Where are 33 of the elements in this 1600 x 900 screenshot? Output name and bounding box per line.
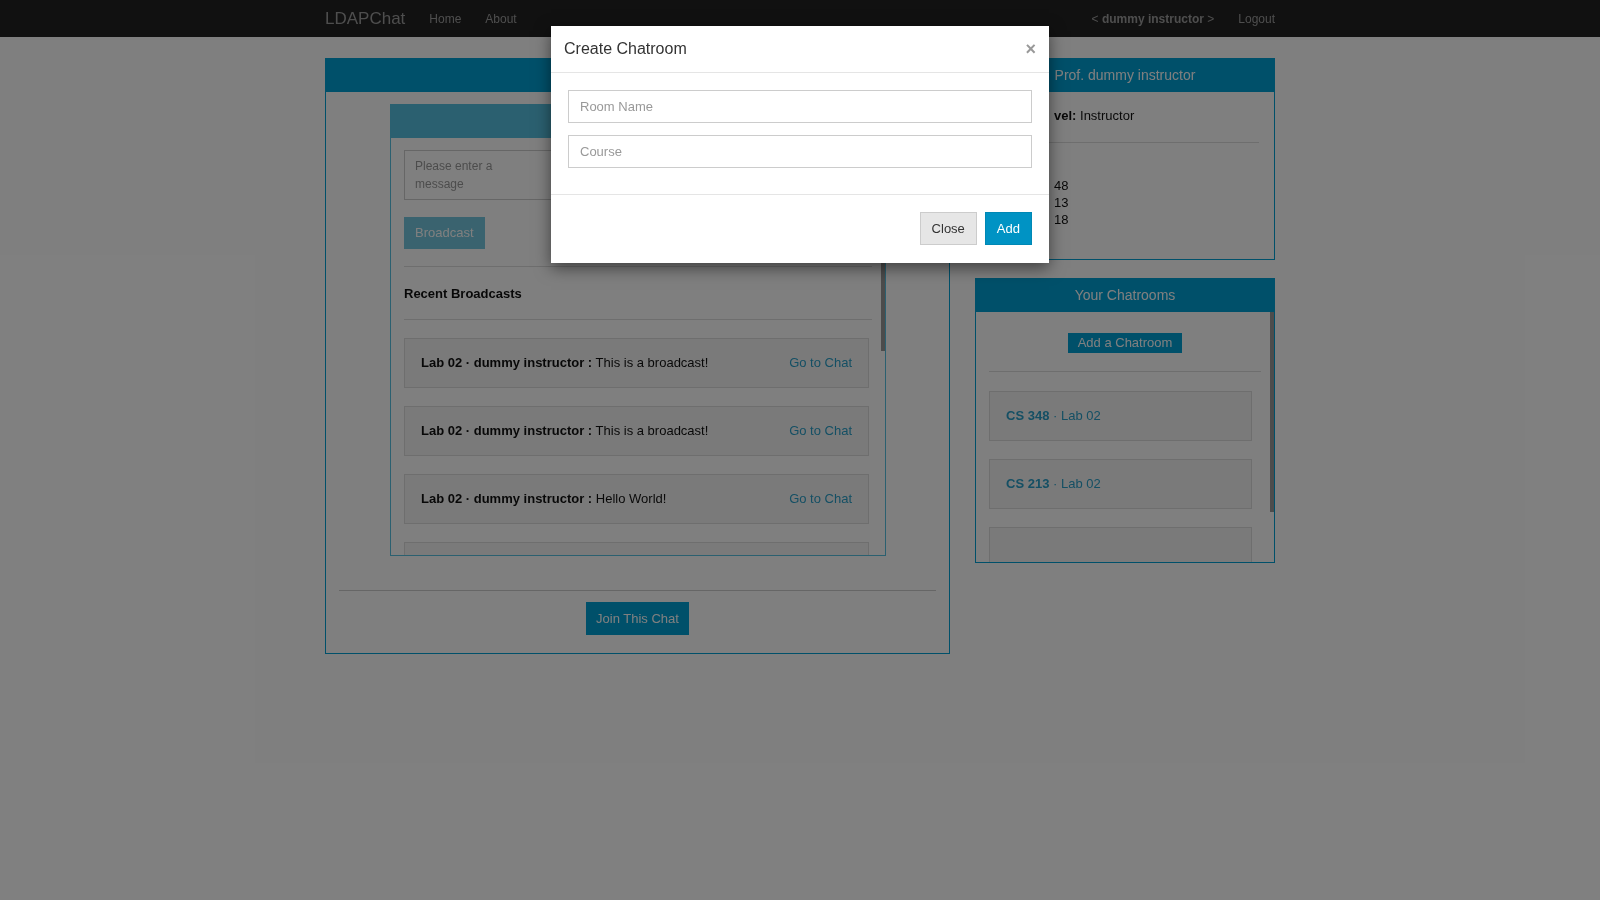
- recent-broadcasts-title: Recent Broadcasts: [404, 285, 523, 303]
- dialog-button[interactable]: Close: [919, 212, 977, 245]
- dialog-title: Create Chatroom: [564, 39, 687, 59]
- add-chatroom-button[interactable]: Add a Chatroom: [1067, 333, 1183, 353]
- scrollbar-thumb[interactable]: [1270, 312, 1274, 512]
- chatroom-card[interactable]: [989, 526, 1252, 562]
- text-field[interactable]: Room Name: [568, 90, 1032, 123]
- chatroom-card[interactable]: CS 213 · Lab 02: [989, 458, 1252, 509]
- course-number: 13: [1054, 194, 1070, 211]
- go-to-chat-link[interactable]: Go to Chat: [789, 352, 852, 373]
- user-name: < dummy instructor >: [1091, 10, 1215, 28]
- broadcast-button[interactable]: Broadcast: [404, 217, 485, 249]
- logout-link[interactable]: Logout: [1238, 9, 1275, 28]
- course-number: 18: [1054, 211, 1070, 228]
- broadcast-message: Lab 02 · dummy instructor : Hello World!: [421, 489, 668, 508]
- chatroom-link[interactable]: CS 348 · Lab 02: [1006, 405, 1101, 426]
- nav-link[interactable]: About: [485, 9, 517, 28]
- broadcast-message: Lab 02 · dummy instructor : This is a broadcast!: [421, 353, 710, 372]
- go-to-chat-link[interactable]: Go to Chat: [789, 420, 852, 441]
- scrollbar-thumb[interactable]: [881, 263, 885, 351]
- join-chat-button[interactable]: Join This Chat: [586, 602, 689, 635]
- go-to-chat-link[interactable]: Go to Chat: [789, 488, 852, 509]
- chatrooms-header: Your Chatrooms: [976, 279, 1274, 312]
- level-text: vel: Instructor: [1054, 108, 1135, 123]
- text-field[interactable]: Course: [568, 135, 1032, 168]
- brand-link[interactable]: LDAPChat: [325, 5, 406, 32]
- dialog-button[interactable]: Add: [984, 212, 1032, 245]
- close-button[interactable]: ×: [1025, 40, 1036, 58]
- nav-link[interactable]: Home: [429, 9, 462, 28]
- broadcast-message: Lab 02 · dummy instructor : This is a broadcast!: [421, 421, 710, 440]
- chatroom-link[interactable]: CS 213 · Lab 02: [1006, 473, 1101, 494]
- chatroom-card[interactable]: CS 348 · Lab 02: [989, 390, 1252, 441]
- course-number: 48: [1054, 177, 1070, 194]
